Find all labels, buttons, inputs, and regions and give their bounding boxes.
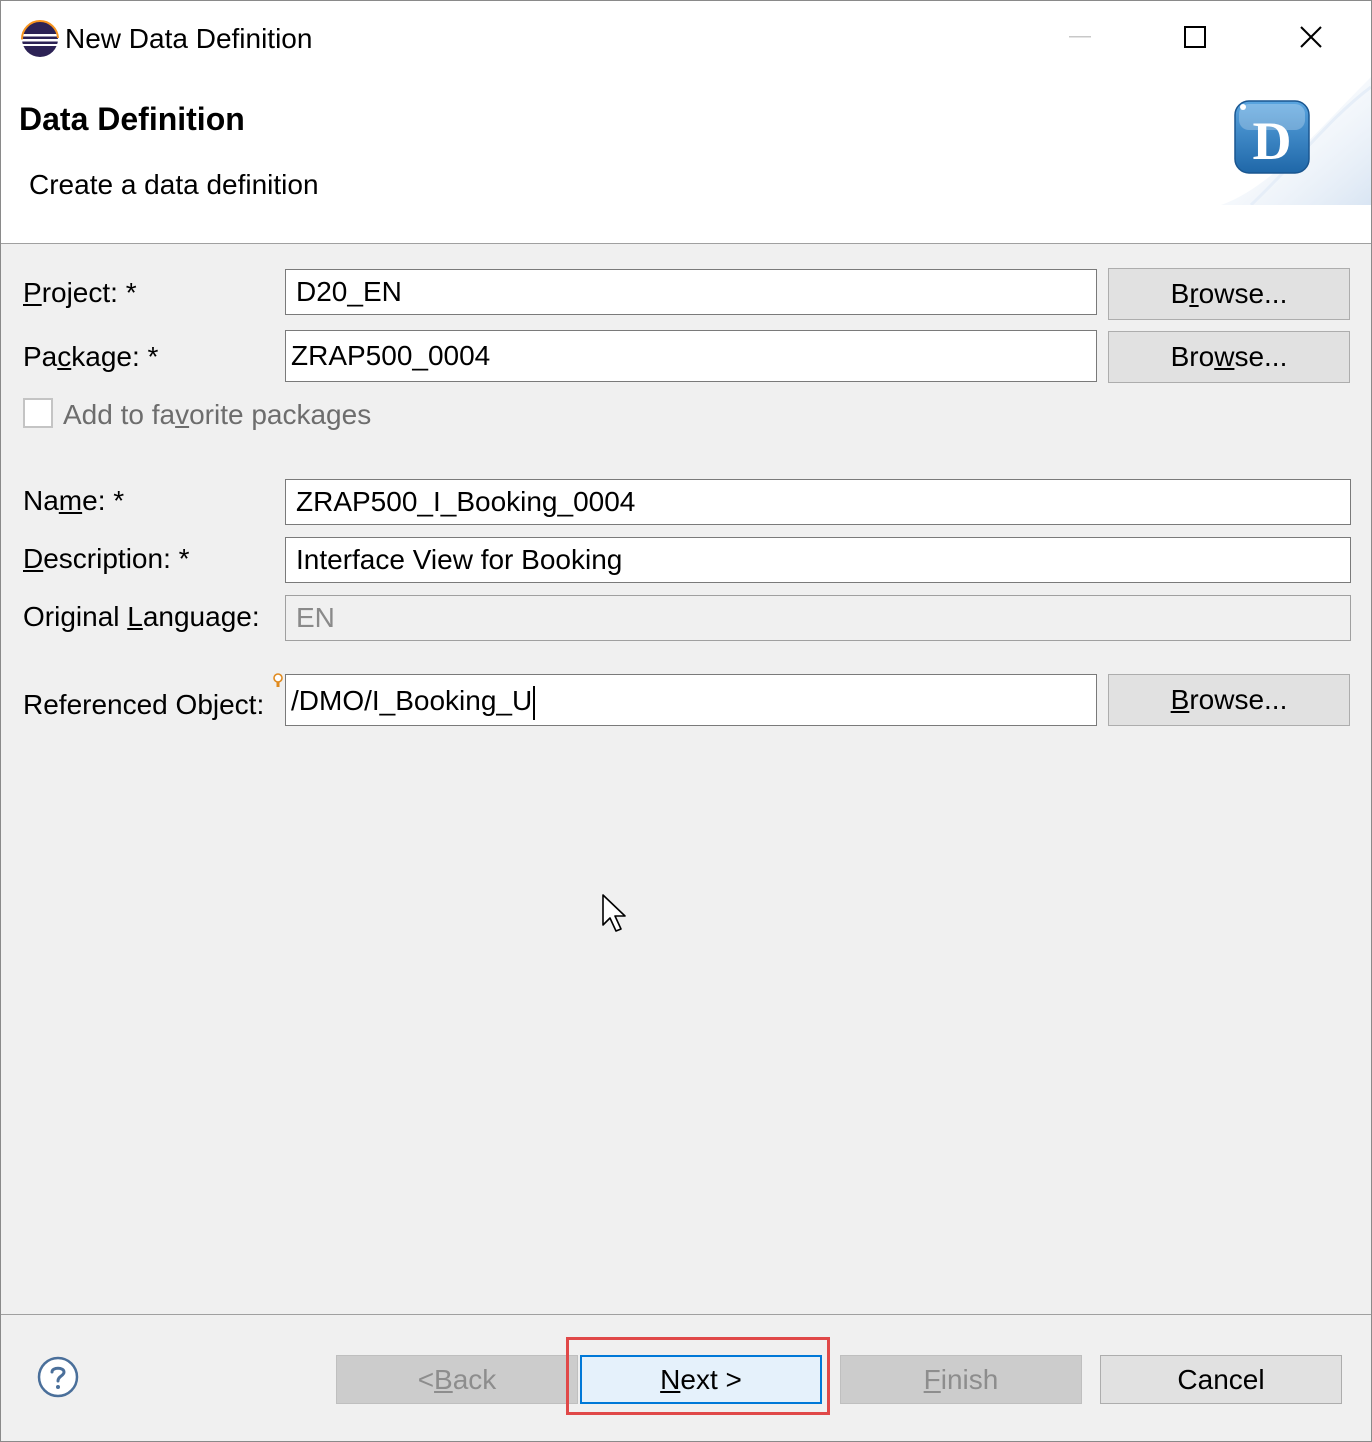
back-button[interactable]: < Back [336, 1355, 578, 1404]
content-assist-lightbulb-icon [273, 673, 283, 687]
project-browse-button[interactable]: Br owse... [1108, 268, 1350, 320]
name-input[interactable]: ZRAP500_I_Booking_0004 [285, 479, 1351, 525]
original-language-label: Original Language: [23, 601, 260, 632]
next-button[interactable]: Next > [580, 1355, 822, 1404]
mouse-pointer-icon [602, 894, 626, 932]
minimize-icon [1069, 36, 1091, 38]
window-title: New Data Definition [65, 23, 313, 54]
wizard-banner: Data Definition Create a data definition [1, 77, 1371, 244]
data-definition-logo-icon: D [1234, 100, 1310, 174]
minimize-button[interactable] [1022, 1, 1138, 73]
project-label: Project: * [23, 277, 137, 308]
page-description: Create a data definition [29, 169, 319, 200]
description-input[interactable]: Interface View for Booking [285, 537, 1351, 583]
cancel-button[interactable]: Cancel [1100, 1355, 1342, 1404]
svg-text:D: D [1253, 111, 1292, 171]
title-bar: New Data Definition [1, 1, 1371, 77]
eclipse-icon [21, 20, 59, 58]
referenced-object-browse-button[interactable]: Browse... [1108, 674, 1350, 726]
finish-button[interactable]: Finish [840, 1355, 1082, 1404]
maximize-button[interactable] [1137, 1, 1253, 73]
favorite-packages-label: Add to favorite packages [63, 399, 372, 430]
package-label: Package: * [23, 341, 159, 372]
close-button[interactable] [1253, 1, 1369, 73]
maximize-icon [1184, 26, 1206, 48]
referenced-object-label: Referenced Object: [23, 689, 265, 720]
package-input[interactable]: ZRAP500_0004 [285, 330, 1097, 382]
description-label: Description: * [23, 543, 190, 574]
close-icon [1300, 26, 1322, 48]
help-icon[interactable] [37, 1356, 79, 1398]
package-browse-button[interactable]: Bro w se... [1108, 331, 1350, 383]
name-label: Name: * [23, 485, 125, 516]
favorite-packages-checkbox[interactable] [23, 398, 53, 428]
page-title: Data Definition [19, 101, 245, 137]
new-data-definition-dialog: New Data Definition Data Definition Crea… [0, 0, 1372, 1442]
original-language-field: EN [285, 595, 1351, 641]
text-caret [533, 685, 536, 720]
project-input[interactable]: D20_EN [285, 269, 1097, 315]
referenced-object-input[interactable]: /DMO/I_Booking_U [285, 674, 1097, 726]
footer-separator [1, 1314, 1371, 1315]
